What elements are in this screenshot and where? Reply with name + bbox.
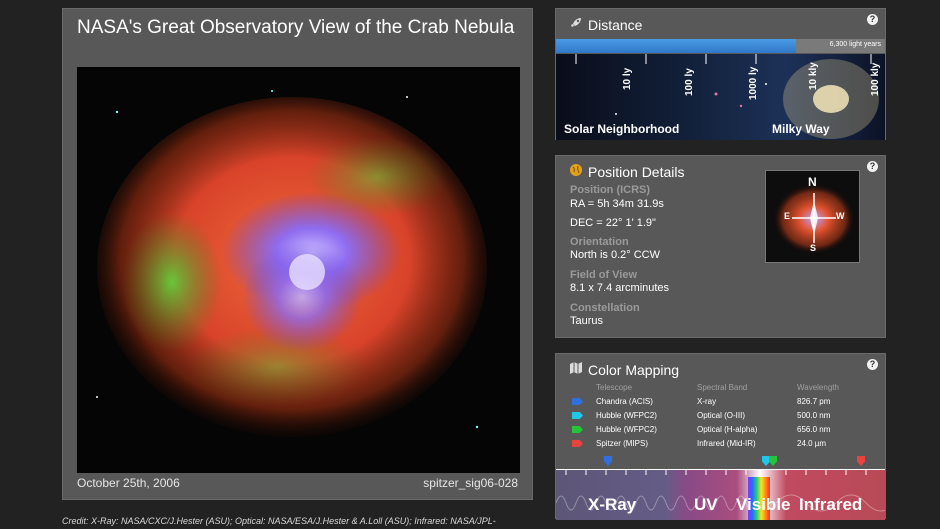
orientation-label: Orientation <box>570 236 629 248</box>
scale-label-100kly: 100 kly <box>870 62 881 96</box>
crab-nebula-image[interactable] <box>77 67 520 473</box>
image-title: NASA's Great Observatory View of the Cra… <box>77 17 515 38</box>
compass-south: S <box>810 243 817 253</box>
flag-icon <box>572 412 583 419</box>
row-band: Optical (H-alpha) <box>697 425 758 434</box>
scale-label-1000ly: 1000 ly <box>748 66 759 100</box>
row-band: Optical (O-III) <box>697 411 746 420</box>
rocket-icon <box>569 16 583 33</box>
compass-west: W <box>836 211 845 221</box>
solar-neighborhood-caption: Solar Neighborhood <box>564 122 680 136</box>
fov-label: Field of View <box>570 269 638 281</box>
constellation-label: Constellation <box>570 302 640 314</box>
milky-way-caption: Milky Way <box>772 122 830 136</box>
position-header: Position Details <box>569 163 685 180</box>
distance-scale-image: 10 ly 100 ly 1000 ly 10 kly 100 kly Sola… <box>556 54 885 140</box>
dec-value: DEC = 22° 1' 1.9" <box>570 217 656 229</box>
orientation-value: North is 0.2° CCW <box>570 249 660 261</box>
distance-title: Distance <box>588 16 643 33</box>
flag-icon <box>572 398 583 405</box>
help-icon[interactable]: ? <box>867 161 878 172</box>
band-header: Spectral Band <box>697 383 748 392</box>
color-mapping-header: Color Mapping <box>569 361 679 378</box>
color-row: Hubble (WFPC2) Optical (O-III) 500.0 nm <box>556 409 885 423</box>
distance-header: Distance <box>569 16 642 33</box>
scale-label-10ly: 10 ly <box>622 67 633 90</box>
flag-icon <box>572 440 583 447</box>
row-telescope: Chandra (ACIS) <box>596 397 653 406</box>
row-telescope: Hubble (WFPC2) <box>596 425 657 434</box>
band-infrared: Infrared <box>799 495 863 514</box>
credit-line: Credit: X-Ray: NASA/CXC/J.Hester (ASU); … <box>62 516 496 526</box>
distance-bar: 6,300 light years <box>556 39 885 53</box>
distance-bar-label: 6,300 light years <box>829 41 881 48</box>
compass-east: E <box>784 211 791 221</box>
row-wavelength: 826.7 pm <box>797 397 831 406</box>
compass-north: N <box>808 175 817 189</box>
map-icon <box>569 361 583 378</box>
constellation-value: Taurus <box>570 315 604 327</box>
color-row: Spitzer (MIPS) Infrared (Mid-IR) 24.0 µm <box>556 437 885 451</box>
color-mapping-title: Color Mapping <box>588 361 680 378</box>
row-telescope: Spitzer (MIPS) <box>596 439 649 448</box>
scale-label-100ly: 100 ly <box>684 68 695 96</box>
row-wavelength: 500.0 nm <box>797 411 831 420</box>
band-xray: X-Ray <box>588 495 637 514</box>
ra-value: RA = 5h 34m 31.9s <box>570 198 664 210</box>
color-row: Hubble (WFPC2) Optical (H-alpha) 656.0 n… <box>556 423 885 437</box>
row-telescope: Hubble (WFPC2) <box>596 411 657 420</box>
image-panel: NASA's Great Observatory View of the Cra… <box>62 8 533 500</box>
row-band: Infrared (Mid-IR) <box>697 439 756 448</box>
image-date: October 25th, 2006 <box>77 476 180 490</box>
color-mapping-panel: Color Mapping ? Telescope Spectral Band … <box>555 353 886 520</box>
row-wavelength: 656.0 nm <box>797 425 831 434</box>
ir-marker <box>857 456 865 466</box>
position-label: Position (ICRS) <box>570 184 651 196</box>
band-uv: UV <box>694 495 718 514</box>
spectrum-bar: X-Ray UV Visible Infrared <box>556 469 885 520</box>
wavelength-header: Wavelength <box>797 383 839 392</box>
telescope-header: Telescope <box>596 383 633 392</box>
help-icon[interactable]: ? <box>867 359 878 370</box>
orientation-thumbnail: N E W S <box>765 170 860 263</box>
band-visible: Visible <box>736 495 791 514</box>
position-panel: Position Details ? Position (ICRS) RA = … <box>555 155 886 338</box>
position-title: Position Details <box>588 163 685 180</box>
row-wavelength: 24.0 µm <box>797 439 827 448</box>
help-icon[interactable]: ? <box>867 14 878 25</box>
flag-icon <box>572 426 583 433</box>
globe-icon <box>569 163 583 180</box>
distance-bar-fill <box>556 39 797 53</box>
image-id: spitzer_sig06-028 <box>423 476 518 490</box>
distance-panel: Distance ? 6,300 light years 10 ly 100 l… <box>555 8 886 140</box>
row-band: X-ray <box>697 397 717 406</box>
color-row: Chandra (ACIS) X-ray 826.7 pm <box>556 395 885 409</box>
oiii-marker <box>762 456 770 466</box>
halpha-marker <box>769 456 777 466</box>
scale-label-10kly: 10 kly <box>808 62 819 90</box>
fov-value: 8.1 x 7.4 arcminutes <box>570 282 670 294</box>
xray-marker <box>604 456 612 466</box>
